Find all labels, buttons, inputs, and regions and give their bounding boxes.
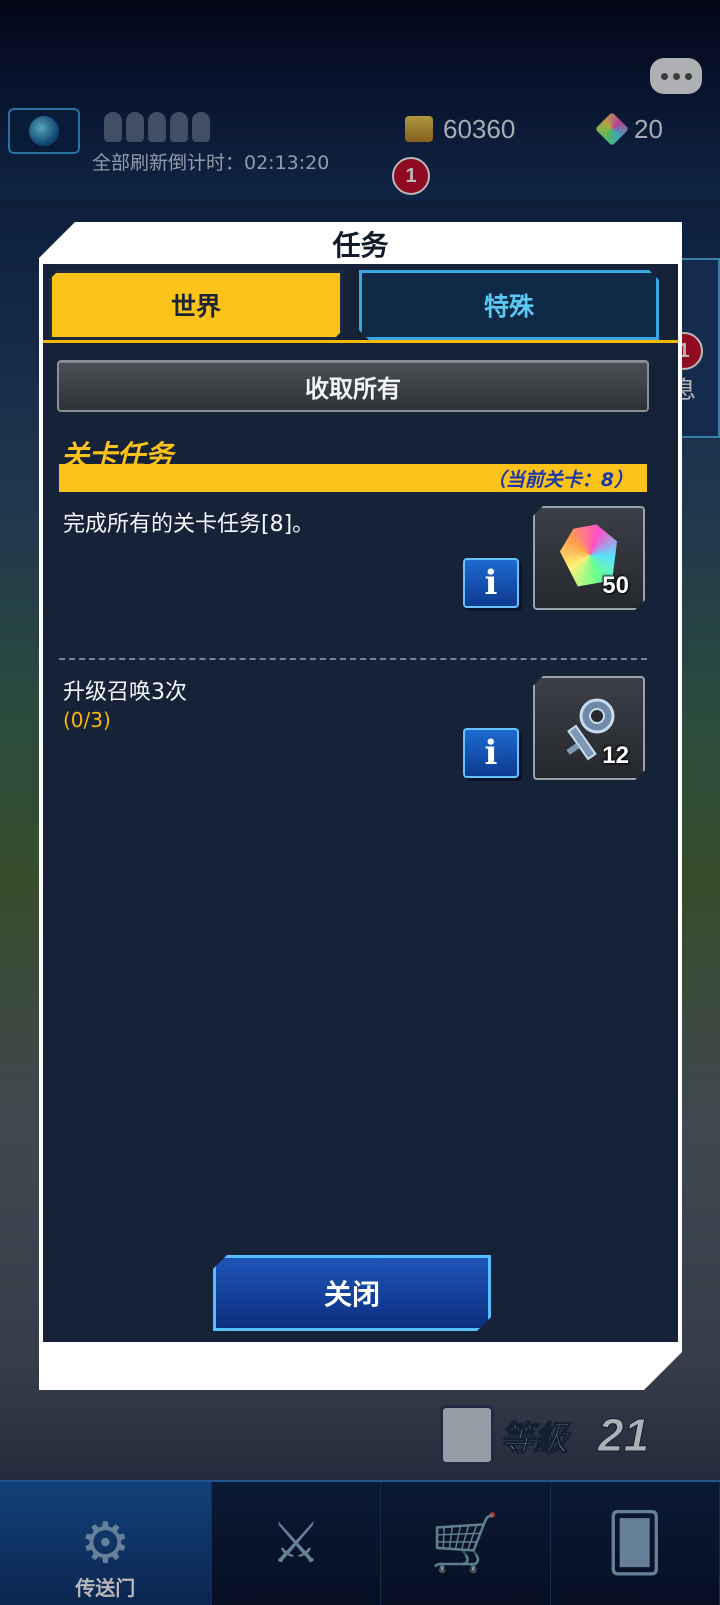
reward-count: 12	[602, 742, 629, 769]
quest-dialog: 任务 世界 特殊 收取所有 关卡任务 （当前关卡：8） 完成所有的关卡任务[8]…	[39, 222, 682, 1390]
quest-item: 升级召唤3次 (0/3) i 12	[43, 656, 678, 796]
quest-progress: (0/3)	[63, 708, 111, 732]
tab-special[interactable]: 特殊	[359, 270, 659, 340]
close-button[interactable]: 关闭	[213, 1255, 491, 1331]
tab-underline	[43, 340, 678, 343]
quest-title: 完成所有的关卡任务[8]。	[63, 512, 315, 537]
dialog-title: 任务	[332, 229, 389, 262]
quest-title: 升级召唤3次	[63, 680, 187, 705]
tab-world[interactable]: 世界	[49, 270, 343, 340]
quest-item: 完成所有的关卡任务[8]。 i 50	[43, 506, 678, 646]
section-bar: （当前关卡：8）	[59, 464, 647, 492]
dialog-body: 世界 特殊 收取所有 关卡任务 （当前关卡：8） 完成所有的关卡任务[8]。 i…	[43, 264, 678, 1342]
reward-count: 50	[602, 572, 629, 599]
collect-all-button[interactable]: 收取所有	[57, 360, 649, 412]
current-stage-label: （当前关卡：8）	[486, 468, 633, 491]
quest-reward[interactable]: 50	[533, 506, 645, 610]
quest-reward[interactable]: 12	[533, 676, 645, 780]
quest-info-button[interactable]: i	[463, 728, 519, 778]
quest-info-button[interactable]: i	[463, 558, 519, 608]
